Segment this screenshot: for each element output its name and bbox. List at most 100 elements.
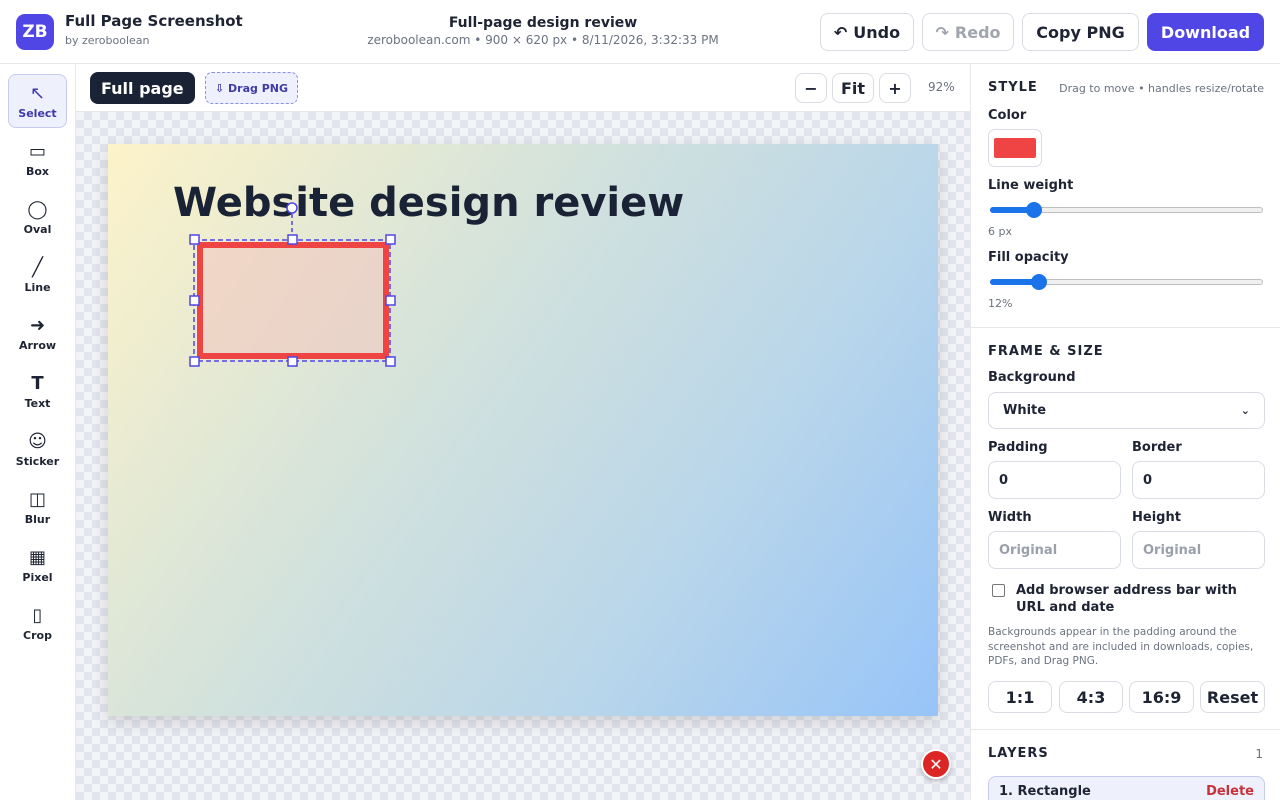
screenshot-page[interactable]: Website design review bbox=[108, 144, 938, 716]
document-meta: zeroboolean.com • 900 × 620 px • 8/11/20… bbox=[367, 33, 719, 47]
tool-sidebar: ↖ Select ▭ Box ◯ Oval ╱ Line ➜ Arrow T Text ☺ Sticker… bbox=[0, 64, 76, 800]
delete-selection-button[interactable]: ✕ bbox=[921, 749, 951, 779]
width-label: Width bbox=[988, 510, 1032, 525]
tool-sticker[interactable]: ☺ Sticker bbox=[8, 422, 67, 476]
tool-label: Oval bbox=[23, 222, 52, 236]
address-bar-label: Add browser address bar with URL and dat… bbox=[1016, 583, 1237, 615]
tool-arrow[interactable]: ➜ Arrow bbox=[8, 306, 67, 360]
tool-line[interactable]: ╱ Line bbox=[8, 248, 67, 302]
ratio-1-1-button[interactable]: 1:1 bbox=[988, 681, 1052, 713]
redo-button[interactable]: ↷ Redo bbox=[922, 13, 1014, 51]
layer-delete-button[interactable]: Delete bbox=[1206, 784, 1254, 799]
properties-panel: STYLE Drag to move • handles resize/rota… bbox=[970, 64, 1280, 800]
fill-opacity-label: Fill opacity bbox=[988, 250, 1069, 265]
page-heading: Website design review bbox=[173, 180, 685, 226]
text-icon: T bbox=[31, 372, 44, 394]
zoom-out-button[interactable]: − bbox=[795, 73, 827, 103]
tool-label: Sticker bbox=[15, 454, 60, 468]
tool-label: Select bbox=[18, 106, 57, 120]
line-weight-value: 6 px bbox=[988, 225, 1012, 238]
height-input[interactable]: Original bbox=[1132, 531, 1265, 569]
layer-count: 1 bbox=[1255, 747, 1263, 761]
app-subtitle: by zeroboolean bbox=[65, 34, 150, 47]
frame-section-title: FRAME & SIZE bbox=[988, 344, 1104, 359]
crop-icon: ▯ bbox=[32, 604, 43, 626]
canvas-area[interactable]: Full page ⇩ Drag PNG − Fit + 92% Website… bbox=[76, 64, 970, 800]
tool-crop[interactable]: ▯ Crop bbox=[8, 596, 67, 650]
tool-oval[interactable]: ◯ Oval bbox=[8, 190, 67, 244]
background-note: Backgrounds appear in the padding around… bbox=[988, 626, 1254, 667]
tool-select[interactable]: ↖ Select bbox=[8, 74, 67, 128]
tool-pixel[interactable]: ▦ Pixel bbox=[8, 538, 67, 592]
tool-box[interactable]: ▭ Box bbox=[8, 132, 67, 186]
color-picker[interactable] bbox=[988, 129, 1042, 167]
arrow-icon: ➜ bbox=[29, 314, 46, 336]
tool-blur[interactable]: ◫ Blur bbox=[8, 480, 67, 534]
drag-png-label: Drag PNG bbox=[228, 81, 289, 95]
box-icon: ▭ bbox=[28, 140, 46, 162]
tool-text[interactable]: T Text bbox=[8, 364, 67, 418]
color-label: Color bbox=[988, 108, 1027, 123]
line-weight-slider[interactable] bbox=[988, 201, 1265, 219]
slider-thumb[interactable] bbox=[1031, 274, 1048, 290]
sticker-icon: ☺ bbox=[28, 430, 47, 452]
padding-label: Padding bbox=[988, 440, 1048, 455]
layer-item[interactable]: 1. Rectangle Delete bbox=[988, 776, 1265, 800]
background-label: Background bbox=[988, 370, 1076, 385]
blur-icon: ◫ bbox=[28, 488, 46, 510]
app-header: ZB Full Page Screenshot by zeroboolean F… bbox=[0, 0, 1280, 64]
app-title: Full Page Screenshot bbox=[65, 12, 243, 30]
line-icon: ╱ bbox=[32, 256, 43, 278]
slider-thumb[interactable] bbox=[1025, 202, 1042, 218]
tool-label: Arrow bbox=[18, 338, 57, 352]
address-bar-checkbox[interactable] bbox=[992, 584, 1005, 597]
document-title: Full-page design review bbox=[448, 15, 638, 31]
fill-opacity-value: 12% bbox=[988, 297, 1013, 310]
tool-label: Box bbox=[25, 164, 50, 178]
color-swatch bbox=[994, 138, 1036, 158]
height-label: Height bbox=[1132, 510, 1181, 525]
width-input[interactable]: Original bbox=[988, 531, 1121, 569]
section-divider bbox=[971, 327, 1280, 328]
full-page-view-button[interactable]: Full page bbox=[90, 72, 195, 104]
background-value: White bbox=[1003, 403, 1047, 418]
ratio-4-3-button[interactable]: 4:3 bbox=[1059, 681, 1123, 713]
section-divider bbox=[971, 729, 1280, 730]
fill-opacity-slider[interactable] bbox=[988, 273, 1265, 291]
redo-icon: ↷ bbox=[935, 22, 949, 42]
tool-label: Text bbox=[24, 396, 51, 410]
tool-label: Blur bbox=[24, 512, 51, 526]
chevron-down-icon: ⌄ bbox=[1240, 404, 1250, 417]
fit-button[interactable]: Fit bbox=[832, 73, 874, 103]
cursor-icon: ↖ bbox=[29, 82, 46, 104]
style-hint: Drag to move • handles resize/rotate bbox=[1059, 82, 1264, 95]
canvas-toolbar: Full page ⇩ Drag PNG − Fit + 92% bbox=[76, 64, 970, 112]
tool-label: Crop bbox=[23, 628, 52, 642]
layers-section-title: LAYERS bbox=[988, 746, 1049, 761]
padding-input[interactable]: 0 bbox=[988, 461, 1121, 499]
pixel-icon: ▦ bbox=[28, 546, 46, 568]
zoom-level: 92% bbox=[928, 80, 955, 94]
ratio-16-9-button[interactable]: 16:9 bbox=[1129, 681, 1194, 713]
close-icon: ✕ bbox=[929, 754, 943, 774]
style-section-title: STYLE bbox=[988, 80, 1038, 95]
background-select[interactable]: White ⌄ bbox=[988, 392, 1265, 429]
download-arrow-icon: ⇩ bbox=[214, 81, 225, 95]
download-button[interactable]: Download bbox=[1147, 13, 1264, 51]
border-input[interactable]: 0 bbox=[1132, 461, 1265, 499]
undo-icon: ↶ bbox=[833, 22, 848, 42]
reset-button[interactable]: Reset bbox=[1200, 681, 1265, 713]
undo-button[interactable]: ↶ Undo bbox=[820, 13, 914, 51]
zoom-in-button[interactable]: + bbox=[879, 73, 911, 103]
line-weight-label: Line weight bbox=[988, 178, 1074, 193]
tool-label: Line bbox=[24, 280, 51, 294]
app-logo: ZB bbox=[16, 14, 54, 50]
layer-name: 1. Rectangle bbox=[999, 784, 1091, 799]
copy-png-button[interactable]: Copy PNG bbox=[1022, 13, 1139, 51]
border-label: Border bbox=[1132, 440, 1182, 455]
drag-png-handle[interactable]: ⇩ Drag PNG bbox=[205, 72, 298, 104]
redo-label: Redo bbox=[954, 22, 1001, 42]
oval-icon: ◯ bbox=[27, 198, 48, 220]
undo-label: Undo bbox=[853, 22, 901, 42]
tool-label: Pixel bbox=[22, 570, 53, 584]
